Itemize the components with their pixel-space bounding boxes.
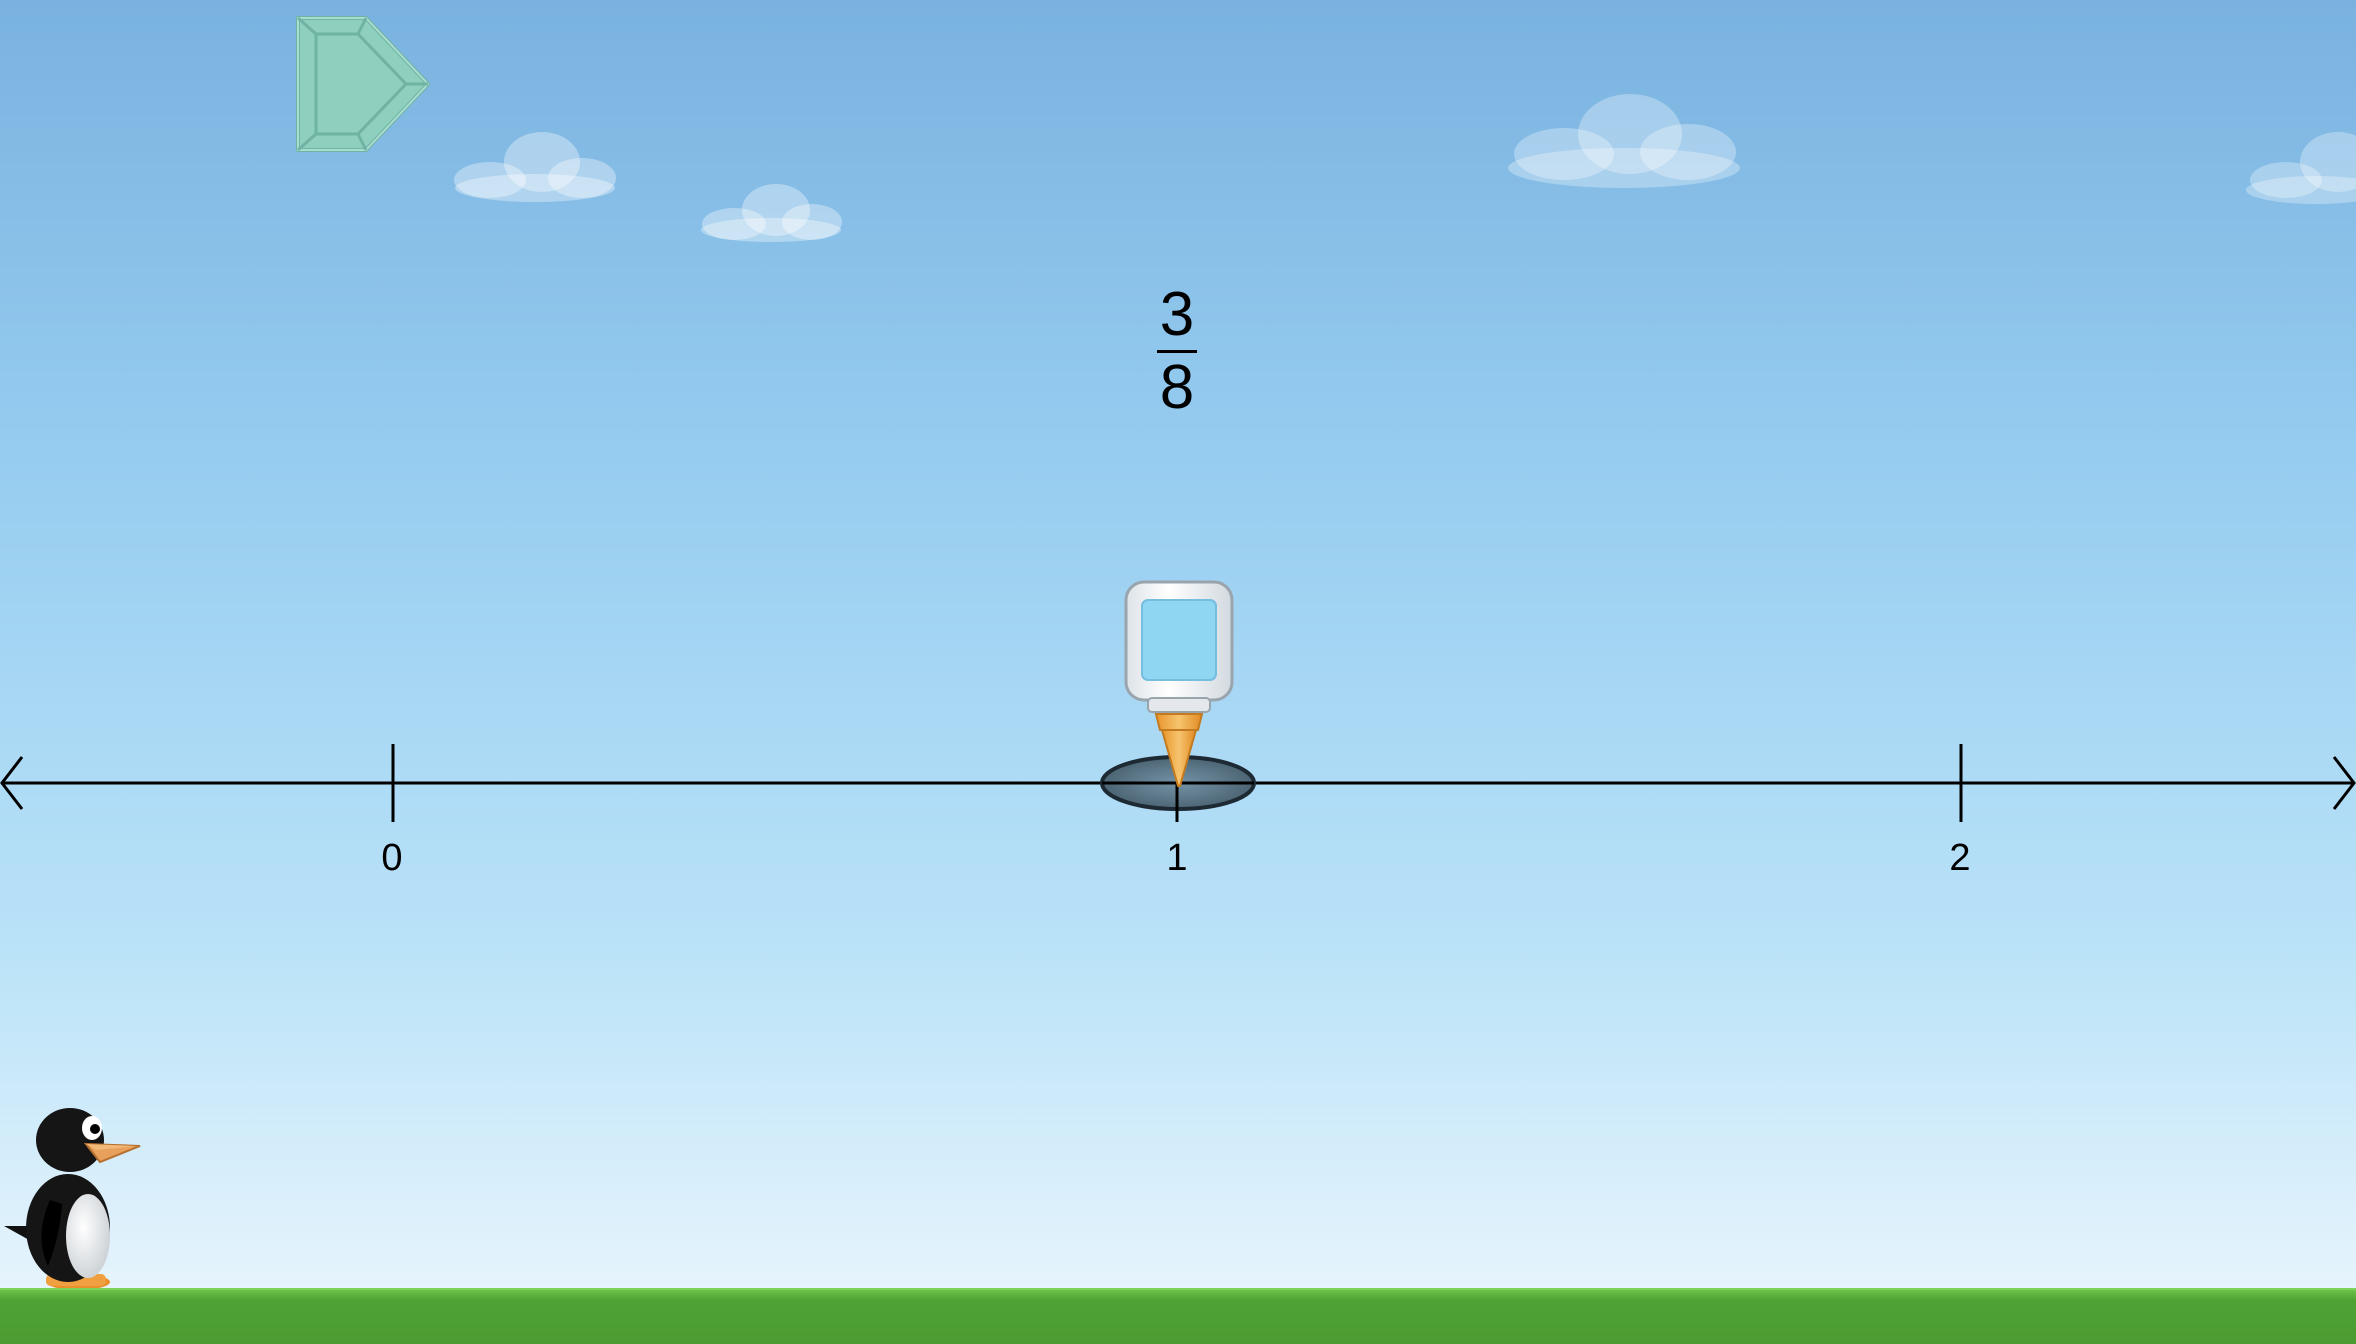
tick-label: 2 (1949, 837, 1971, 879)
penguin-icon (4, 1108, 141, 1290)
game-scene: 3 8 0 1 2 (0, 0, 2356, 1344)
tick-label: 1 (1166, 837, 1188, 879)
grass-ground (0, 1288, 2356, 1344)
tick-label: 0 (381, 837, 403, 879)
glue-bottle-icon[interactable] (1118, 578, 1240, 788)
